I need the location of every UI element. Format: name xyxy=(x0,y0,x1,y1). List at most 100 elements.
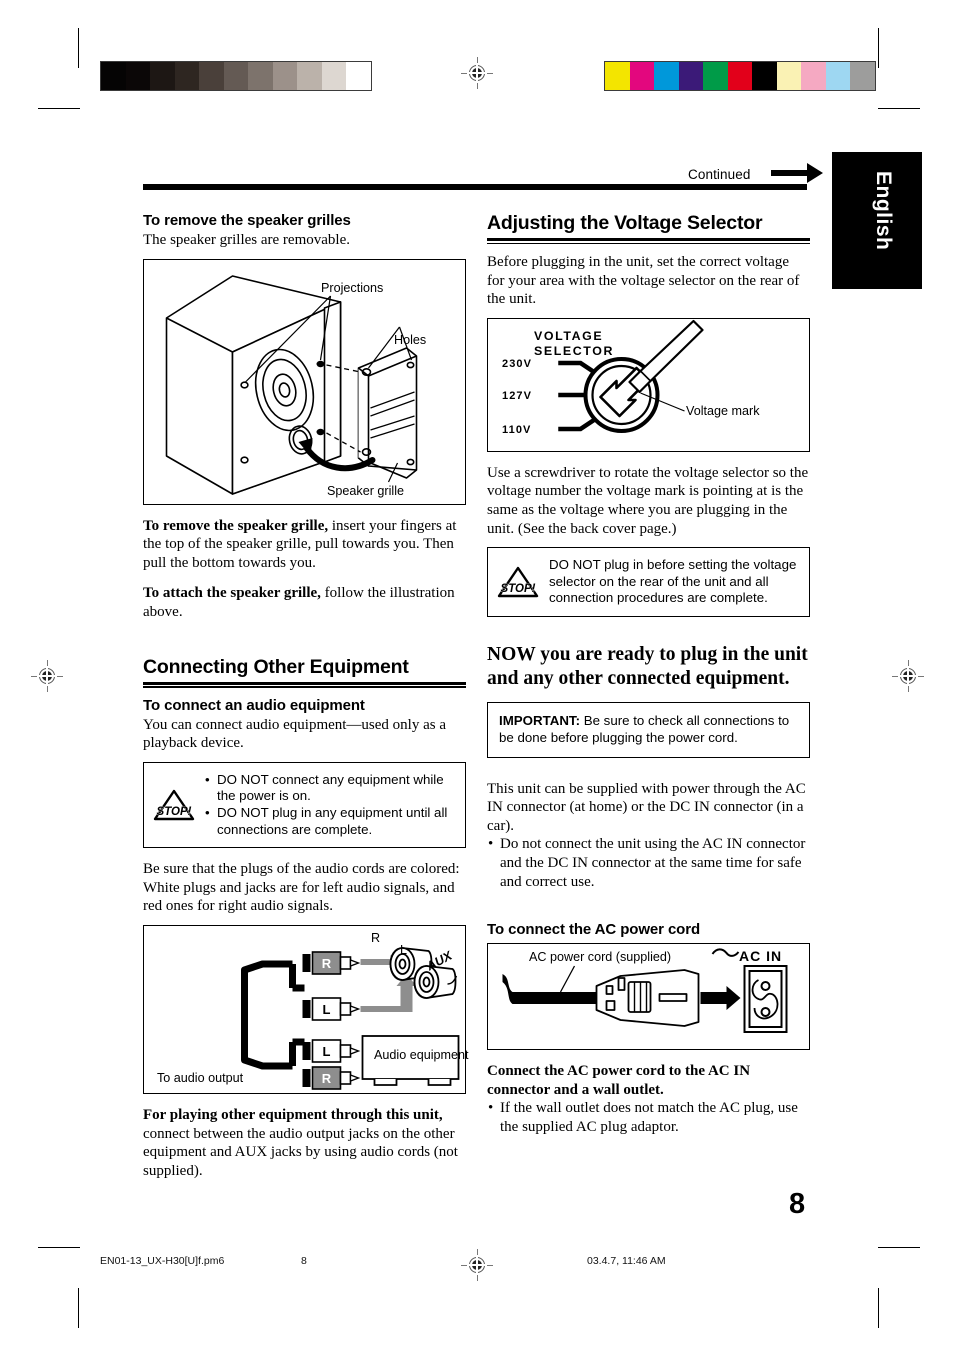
label-voltage-selector-line1: VOLTAGE xyxy=(534,328,604,343)
important-box: IMPORTANT: Be sure to check all connecti… xyxy=(487,701,810,758)
grayscale-swatch-3 xyxy=(174,62,199,90)
page-number: 8 xyxy=(789,1188,806,1220)
text-grilles-intro: The speaker grilles are removable. xyxy=(143,232,350,248)
list-ac-cord: If the wall outlet does not match the AC… xyxy=(487,1099,810,1136)
figure-voltage-selector: VOLTAGE SELECTOR 230V 127V 110V Voltage … xyxy=(487,317,810,452)
stop-warning-icon-voltage: STOP! xyxy=(497,566,539,598)
footer-timestamp: 03.4.7, 11:46 AM xyxy=(587,1255,666,1267)
footer-page: 8 xyxy=(301,1255,307,1267)
audio-connection-illustration: R L L R xyxy=(241,947,460,1090)
figure-audio-connection: R L L R R L AUX To audio output Audio eq… xyxy=(143,924,469,1094)
grayscale-swatch-10 xyxy=(346,62,371,90)
label-ac-power-cord: AC power cord (supplied) xyxy=(529,950,672,965)
label-ac-in: AC IN xyxy=(739,948,783,965)
color-swatch-3 xyxy=(678,62,703,90)
label-230v: 230V xyxy=(502,357,533,370)
footer-filename: EN01-13_UX-H30[U]f.pm6 xyxy=(100,1255,225,1267)
grayscale-swatch-9 xyxy=(321,62,346,90)
color-swatch-6 xyxy=(752,62,777,90)
grayscale-swatch-1 xyxy=(125,62,150,90)
label-to-audio-output: To audio output xyxy=(157,1070,244,1085)
color-swatch-4 xyxy=(703,62,728,90)
section-rule-thick-right xyxy=(487,238,810,241)
warning-audio-item-1: DO NOT plug in any equipment until all c… xyxy=(205,805,455,838)
svg-text:R: R xyxy=(322,956,332,971)
registration-mark-bottom xyxy=(461,1249,493,1281)
color-swatch-0 xyxy=(605,62,630,90)
text-attach-grille-lead: To attach the speaker grille, xyxy=(143,585,321,602)
label-speaker-grille: Speaker grille xyxy=(327,483,405,498)
section-rule-thin-right xyxy=(487,242,810,244)
grayscale-swatch-0 xyxy=(101,62,126,90)
svg-text:L: L xyxy=(323,1002,331,1017)
grayscale-swatch-7 xyxy=(272,62,297,90)
text-power-supply: This unit can be supplied with power thr… xyxy=(487,780,806,834)
heading-connect-audio-equipment: To connect an audio equipment xyxy=(143,696,365,714)
color-swatch-10 xyxy=(850,62,875,90)
power-supply-bullet: Do not connect the unit using the AC IN … xyxy=(487,835,810,891)
text-now-ready: NOW you are ready to plug in the unit an… xyxy=(487,643,808,689)
color-swatch-9 xyxy=(825,62,850,90)
color-swatch-1 xyxy=(629,62,654,90)
text-attach-grille: To attach the speaker grille, follow the… xyxy=(143,584,466,621)
text-voltage-intro: Before plugging in the unit, set the cor… xyxy=(487,254,800,308)
crop-mark-top-left-v xyxy=(78,28,80,68)
figure-ac-power-cord: AC power cord (supplied) AC IN xyxy=(487,943,810,1051)
ac-cord-bullet: If the wall outlet does not match the AC… xyxy=(487,1099,810,1136)
warning-voltage-text: DO NOT plug in before setting the voltag… xyxy=(549,557,797,606)
section-rule-thin xyxy=(143,686,466,688)
list-power-supply: Do not connect the unit using the AC IN … xyxy=(487,835,810,891)
grayscale-swatch-5 xyxy=(223,62,248,90)
warning-audio-text: DO NOT connect any equipment while the p… xyxy=(205,772,455,838)
crop-mark-bottom-left-v xyxy=(78,1288,80,1328)
warning-audio-item-0: DO NOT connect any equipment while the p… xyxy=(205,772,455,805)
color-swatch-5 xyxy=(727,62,752,90)
registration-mark-right xyxy=(892,660,924,692)
warning-audio-list: DO NOT connect any equipment while the p… xyxy=(205,772,455,838)
warning-box-audio: STOP! DO NOT connect any equipment while… xyxy=(143,761,466,849)
text-connect-ac-cord-lead: Connect the AC power cord to the AC IN c… xyxy=(487,1063,751,1098)
label-voltage-selector-line2: SELECTOR xyxy=(534,343,615,358)
important-label: IMPORTANT: xyxy=(499,712,581,728)
continued-label: Continued xyxy=(688,167,751,182)
heading-connecting-other-equipment: Connecting Other Equipment xyxy=(143,655,409,678)
header-rule xyxy=(143,184,807,190)
grayscale-swatch-8 xyxy=(297,62,322,90)
label-audio-equipment: Audio equipment xyxy=(374,1047,469,1062)
grayscale-swatch-2 xyxy=(150,62,175,90)
label-voltage-mark: Voltage mark xyxy=(686,403,760,418)
text-playing-other-equipment: For playing other equipment through this… xyxy=(143,1106,466,1180)
heading-connect-ac-power-cord: To connect the AC power cord xyxy=(487,921,701,939)
heading-remove-speaker-grilles: To remove the speaker grilles xyxy=(143,212,351,229)
label-127v: 127V xyxy=(502,389,533,402)
text-screwdriver: Use a screwdriver to rotate the voltage … xyxy=(487,464,809,537)
speaker-illustration xyxy=(165,274,418,495)
svg-text:L: L xyxy=(323,1044,331,1059)
svg-text:STOP!: STOP! xyxy=(501,583,536,595)
label-holes: Holes xyxy=(394,332,427,347)
registration-mark-top xyxy=(461,57,493,89)
label-aux-l: L xyxy=(400,942,408,957)
crop-mark-bottom-right-h xyxy=(878,1247,920,1249)
text-audio-intro: You can connect audio equipment—used onl… xyxy=(143,716,446,752)
color-swatch-8 xyxy=(801,62,826,90)
color-swatch-7 xyxy=(776,62,801,90)
color-swatch-2 xyxy=(654,62,679,90)
crop-mark-top-right-v xyxy=(878,28,880,68)
crop-mark-bottom-left-h xyxy=(38,1247,80,1249)
warning-box-voltage: STOP! DO NOT plug in before setting the … xyxy=(487,547,810,617)
crop-mark-top-left-h xyxy=(38,108,80,110)
grayscale-swatch-6 xyxy=(248,62,273,90)
text-plug-colors: Be sure that the plugs of the audio cord… xyxy=(143,861,460,915)
label-aux-r: R xyxy=(371,930,381,945)
grayscale-calibration-bar xyxy=(100,61,372,91)
crop-mark-top-right-h xyxy=(878,108,920,110)
language-tab-label: English xyxy=(872,171,895,251)
text-remove-grille: To remove the speaker grille, insert you… xyxy=(143,517,466,573)
heading-adjusting-voltage-selector: Adjusting the Voltage Selector xyxy=(487,212,763,234)
section-rule-thick xyxy=(143,681,466,685)
crop-mark-bottom-right-v xyxy=(878,1288,880,1328)
figure-speaker-grille: Projections Holes Speaker grille xyxy=(143,258,466,505)
text-remove-grille-lead: To remove the speaker grille, xyxy=(143,517,329,534)
svg-text:R: R xyxy=(322,1071,332,1086)
